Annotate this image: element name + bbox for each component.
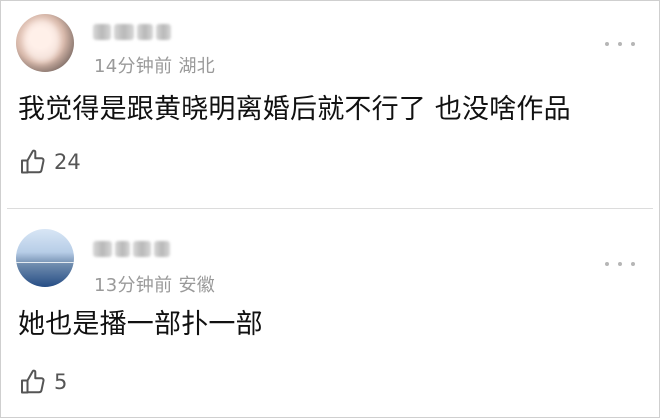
like-button[interactable]: 24 — [18, 147, 81, 177]
username-redacted — [93, 237, 175, 261]
more-dot — [618, 262, 622, 266]
like-count: 24 — [54, 150, 81, 174]
like-button[interactable]: 5 — [18, 367, 67, 397]
more-dot — [605, 42, 609, 46]
comments-panel: 14分钟前 湖北 我觉得是跟黄晓明离婚后就不行了 也没啥作品 24 13分钟前 … — [0, 0, 660, 418]
more-options-icon[interactable] — [605, 39, 635, 49]
comment-meta: 14分钟前 湖北 — [94, 52, 215, 78]
more-options-icon[interactable] — [605, 259, 635, 269]
comment-meta: 13分钟前 安徽 — [94, 271, 215, 297]
more-dot — [631, 42, 635, 46]
comment-text: 我觉得是跟黄晓明离婚后就不行了 也没啥作品 — [18, 94, 571, 125]
comment-item: 13分钟前 安徽 她也是播一部扑一部 5 — [1, 209, 659, 417]
comment-location: 安徽 — [178, 275, 216, 296]
more-dot — [618, 42, 622, 46]
comment-time: 14分钟前 — [94, 56, 173, 77]
more-dot — [631, 262, 635, 266]
comment-text: 她也是播一部扑一部 — [18, 309, 263, 340]
like-count: 5 — [54, 370, 68, 394]
comment-time: 13分钟前 — [94, 275, 173, 296]
thumb-up-icon — [21, 149, 45, 174]
comment-item: 14分钟前 湖北 我觉得是跟黄晓明离婚后就不行了 也没啥作品 24 — [1, 1, 659, 208]
comment-location: 湖北 — [178, 56, 216, 77]
avatar[interactable] — [16, 229, 74, 287]
thumb-up-icon — [21, 369, 45, 394]
avatar[interactable] — [16, 14, 74, 72]
more-dot — [605, 262, 609, 266]
username-redacted — [93, 20, 175, 44]
